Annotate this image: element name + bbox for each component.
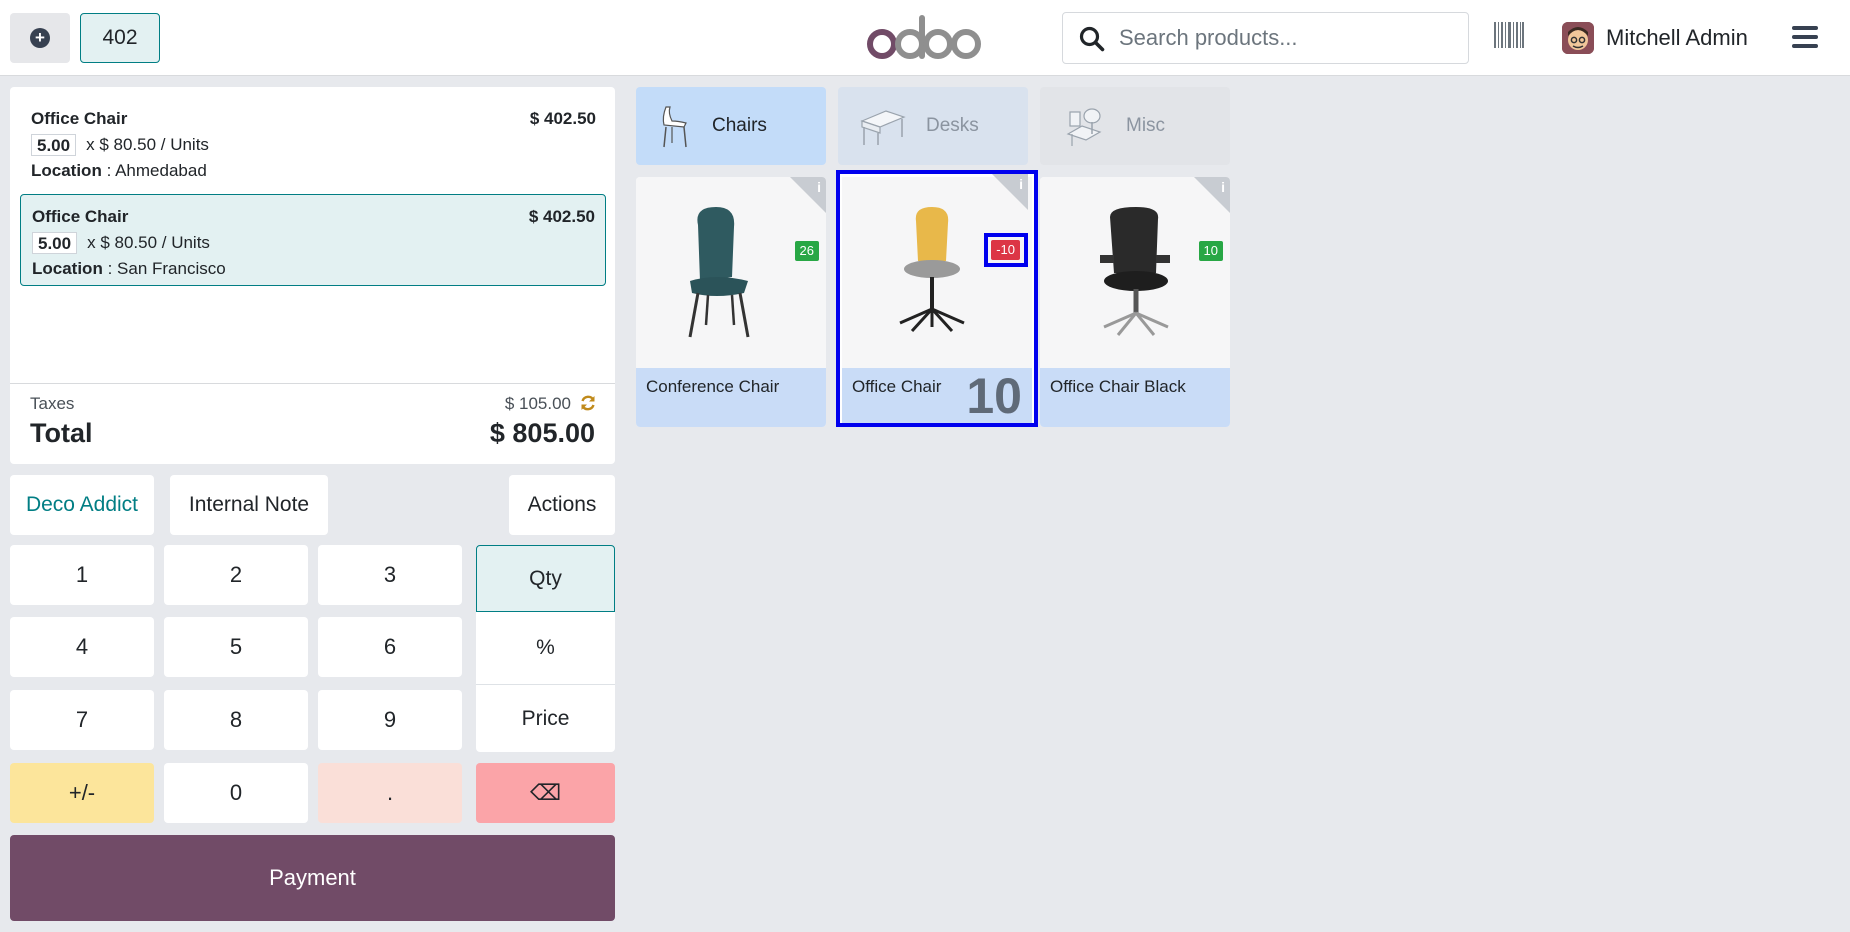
order-line-selected[interactable]: Office Chair $ 402.50 5.00 x $ 80.50 / U…: [20, 194, 606, 286]
order-line[interactable]: Office Chair $ 402.50 5.00 x $ 80.50 / U…: [20, 97, 606, 189]
numpad-key-6[interactable]: 6: [318, 617, 462, 677]
new-order-button[interactable]: +: [10, 13, 70, 63]
misc-icon: [1066, 108, 1102, 146]
category-chairs[interactable]: Chairs: [636, 87, 826, 165]
location-label: Location: [32, 259, 103, 278]
product-name: Office Chair Black: [1050, 377, 1186, 396]
line-qty-row: 5.00 x $ 80.50 / Units: [31, 134, 209, 156]
line-price: $ 402.50: [529, 109, 596, 128]
numpad-key-3[interactable]: 3: [318, 545, 462, 605]
line-location: Location : San Francisco: [32, 259, 226, 279]
product-name: Office Chair: [852, 377, 942, 396]
numpad-key-8[interactable]: 8: [164, 690, 308, 750]
line-product-name: Office Chair: [32, 207, 129, 226]
numpad-decimal-button[interactable]: .: [318, 763, 462, 823]
user-menu[interactable]: Mitchell Admin: [1562, 20, 1748, 56]
stock-badge-highlight: [984, 233, 1028, 267]
numpad-key-1[interactable]: 1: [10, 545, 154, 605]
search-icon: [1079, 26, 1105, 52]
total-value: $ 805.00: [489, 418, 595, 448]
location-label: Location: [31, 161, 102, 180]
user-name: Mitchell Admin: [1606, 25, 1748, 50]
actions-button[interactable]: Actions: [509, 475, 615, 535]
line-product-name: Office Chair: [31, 109, 128, 128]
info-icon[interactable]: i: [817, 179, 821, 195]
line-qty: 5.00: [32, 232, 78, 254]
numpad-key-4[interactable]: 4: [10, 617, 154, 677]
numpad-sign-button[interactable]: +/-: [10, 763, 154, 823]
menu-icon[interactable]: [1792, 26, 1818, 48]
numpad-key-2[interactable]: 2: [164, 545, 308, 605]
line-qty: 5.00: [31, 134, 77, 156]
odoo-logo: [867, 15, 981, 59]
barcode-icon[interactable]: [1494, 22, 1524, 48]
order-panel: Office Chair $ 402.50 5.00 x $ 80.50 / U…: [10, 87, 615, 464]
plus-circle-icon: +: [30, 28, 50, 48]
location-value: : Ahmedabad: [106, 161, 207, 180]
chair-icon: [662, 106, 687, 148]
order-totals: Taxes $ 105.00 Total $ 805.00: [10, 383, 615, 464]
mode-qty-button[interactable]: Qty: [476, 545, 615, 612]
payment-button[interactable]: Payment: [10, 835, 615, 921]
top-bar: + 402 Search products... Mitchell Admin: [0, 0, 1850, 76]
category-desks[interactable]: Desks: [838, 87, 1028, 165]
mode-price-button[interactable]: Price: [476, 685, 615, 752]
stock-badge: 10: [1198, 241, 1223, 261]
line-qty-row: 5.00 x $ 80.50 / Units: [32, 232, 210, 254]
backspace-button[interactable]: ⌫: [476, 763, 615, 823]
category-label: Misc: [1126, 115, 1166, 136]
location-value: : San Francisco: [107, 259, 226, 278]
line-location: Location : Ahmedabad: [31, 161, 207, 181]
category-label: Desks: [926, 115, 979, 136]
line-price: $ 402.50: [528, 207, 595, 226]
product-card-office-chair-black[interactable]: i 10 Office Chair Black: [1040, 177, 1230, 427]
internal-note-button[interactable]: Internal Note: [170, 475, 328, 535]
desk-icon: [860, 110, 906, 145]
avatar: [1562, 22, 1594, 54]
product-card-office-chair[interactable]: i -10 Office Chair 10: [836, 170, 1038, 427]
info-icon[interactable]: i: [1221, 179, 1225, 195]
info-icon[interactable]: i: [1019, 176, 1023, 192]
line-unit-price: x $ 80.50 / Units: [87, 233, 210, 252]
taxes-value: $ 105.00: [504, 394, 571, 413]
cart-quantity: 10: [966, 368, 1022, 424]
category-label: Chairs: [712, 115, 767, 136]
order-tab[interactable]: 402: [80, 13, 160, 63]
product-name: Conference Chair: [646, 377, 780, 396]
product-search[interactable]: [1062, 12, 1469, 64]
mode-discount-button[interactable]: %: [476, 612, 615, 685]
stock-badge: 26: [794, 241, 819, 261]
line-unit-price: x $ 80.50 / Units: [86, 135, 209, 154]
total-label: Total: [30, 418, 93, 448]
product-card-conference-chair[interactable]: i 26 Conference Chair: [636, 177, 826, 427]
numpad-key-5[interactable]: 5: [164, 617, 308, 677]
category-misc[interactable]: Misc: [1040, 87, 1230, 165]
numpad-key-7[interactable]: 7: [10, 690, 154, 750]
taxes-label: Taxes: [30, 394, 75, 413]
search-input[interactable]: [1119, 21, 1459, 55]
refresh-icon[interactable]: [579, 394, 597, 412]
numpad-key-0[interactable]: 0: [164, 763, 308, 823]
customer-button[interactable]: Deco Addict: [10, 475, 154, 535]
numpad-key-9[interactable]: 9: [318, 690, 462, 750]
